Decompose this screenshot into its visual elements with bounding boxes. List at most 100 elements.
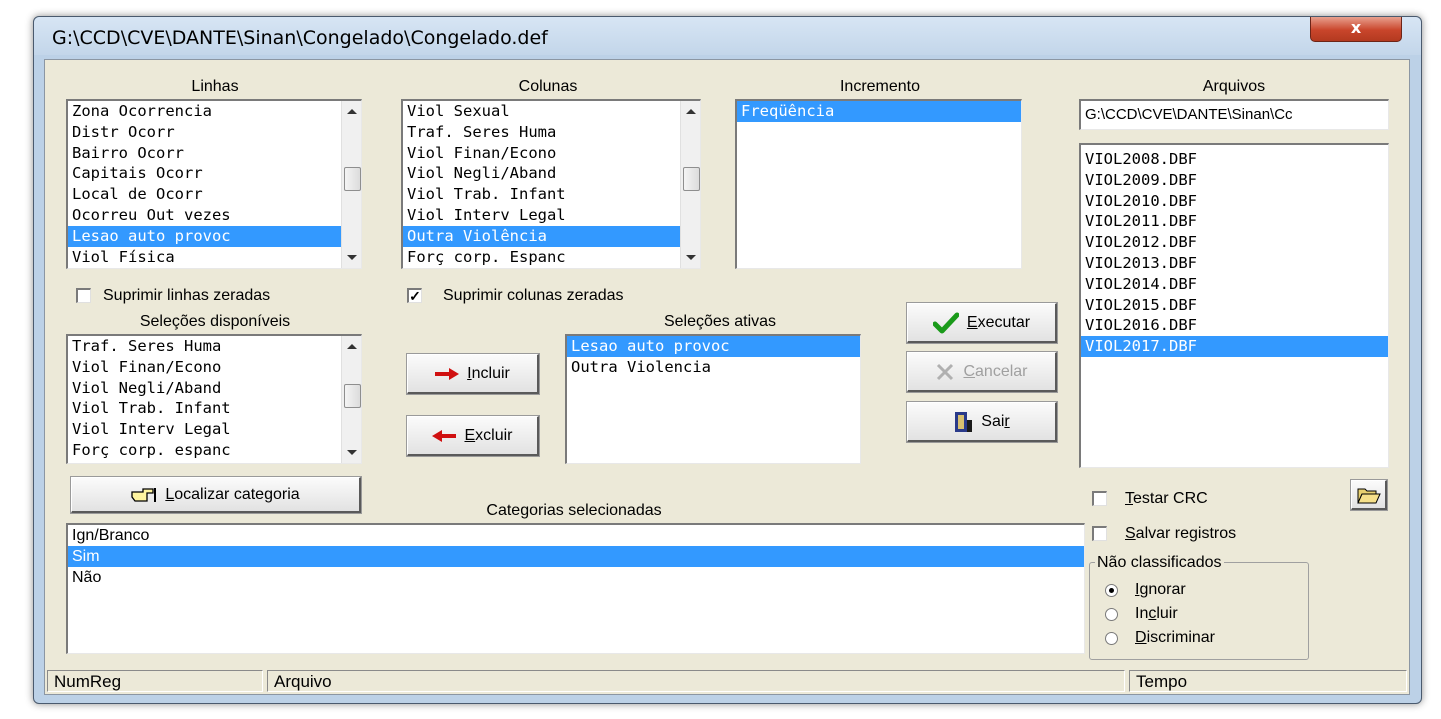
checkmark-icon [932, 312, 959, 333]
arquivo-list-item[interactable]: VIOL2017.DBF [1081, 336, 1388, 357]
linhas-list-item[interactable]: Local de Ocorr [68, 184, 361, 205]
arquivos-label: Arquivos [1202, 78, 1266, 95]
selecao-disponivel-item[interactable]: Viol Interv Legal [68, 419, 361, 440]
door-exit-icon [955, 411, 973, 432]
executar-label: Executar [966, 313, 1031, 331]
arquivo-list-item[interactable]: VIOL2008.DBF [1081, 149, 1388, 170]
colunas-list-item[interactable]: Viol Finan/Econo [403, 143, 700, 164]
colunas-list-item[interactable]: Viol Negli/Aband [403, 163, 700, 184]
cancelar-label: Cancelar [963, 362, 1028, 380]
incremento-list-item[interactable]: Freqüência [737, 101, 1021, 122]
salvar-registros-checkbox[interactable] [1092, 526, 1107, 541]
colunas-list-item[interactable]: Forç corp. Espanc [403, 247, 700, 268]
arquivo-list-item[interactable]: VIOL2010.DBF [1081, 191, 1388, 212]
nao-classificados-label: Não classificados [1095, 554, 1224, 572]
close-button[interactable]: x [1310, 17, 1402, 42]
arquivo-list-item[interactable]: VIOL2013.DBF [1081, 253, 1388, 274]
suprimir-colunas-checkbox[interactable]: ✓ [407, 288, 422, 303]
scroll-up-arrow-icon[interactable] [686, 109, 696, 114]
cancelar-button[interactable]: Cancelar [906, 351, 1058, 393]
linhas-list-item[interactable]: Capitais Ocorr [68, 163, 361, 184]
open-folder-button[interactable] [1350, 479, 1388, 511]
excluir-button[interactable]: Excluir [406, 415, 540, 457]
status-tempo: Tempo [1129, 670, 1407, 692]
discriminar-label: Discriminar [1135, 629, 1216, 646]
colunas-scrollbar[interactable] [680, 101, 700, 268]
cancel-icon [937, 363, 954, 380]
arquivos-path-field[interactable]: G:\CCD\CVE\DANTE\Sinan\Cc [1079, 99, 1389, 130]
sair-button[interactable]: Sair [906, 401, 1058, 443]
open-folder-icon [1356, 488, 1381, 503]
linhas-list-item[interactable]: Bairro Ocorr [68, 143, 361, 164]
linhas-list-item[interactable]: Zona Ocorrencia [68, 101, 361, 122]
localizar-label: Localizar categoria [165, 485, 300, 503]
title-bar[interactable]: G:\CCD\CVE\DANTE\Sinan\Congelado\Congela… [34, 17, 1421, 55]
incluir-radio[interactable] [1105, 608, 1118, 621]
linhas-list-item[interactable]: Ocorreu Out vezes [68, 205, 361, 226]
selecoes-ativas-list[interactable]: Lesao auto provoc Outra Violencia [565, 334, 861, 464]
colunas-list-item[interactable]: Outra Violência [403, 225, 700, 247]
arquivo-list-item[interactable]: VIOL2011.DBF [1081, 211, 1388, 232]
arquivo-list-item[interactable]: VIOL2015.DBF [1081, 295, 1388, 316]
testar-crc-checkbox[interactable] [1092, 491, 1107, 506]
selecao-ativa-item[interactable]: Outra Violencia [567, 357, 860, 378]
colunas-list[interactable]: Viol Sexual Traf. Seres Huma Viol Finan/Ec… [401, 99, 701, 269]
ignorar-radio[interactable] [1105, 584, 1118, 597]
suprimir-colunas-label: Suprimir colunas zeradas [443, 287, 624, 304]
categorias-list[interactable]: Ign/Branco Sim Não [66, 523, 1085, 654]
selecao-disponivel-item[interactable]: Forç corp. espanc [68, 440, 361, 461]
colunas-list-item[interactable]: Traf. Seres Huma [403, 122, 700, 143]
arquivo-list-item[interactable]: VIOL2016.DBF [1081, 315, 1388, 336]
incremento-list[interactable]: Freqüência [735, 99, 1022, 269]
arrow-left-icon [432, 429, 457, 442]
arquivo-list-item[interactable]: VIOL2009.DBF [1081, 170, 1388, 191]
sair-label: Sair [981, 412, 1010, 430]
excluir-label: Excluir [464, 426, 513, 444]
ignorar-label: Ignorar [1135, 581, 1186, 598]
pointing-hand-icon [131, 487, 157, 502]
scroll-down-arrow-icon[interactable] [686, 255, 696, 260]
arquivo-list-item[interactable]: VIOL2014.DBF [1081, 274, 1388, 295]
colunas-list-item[interactable]: Viol Sexual [403, 101, 700, 122]
arquivos-list[interactable]: VIOL2008.DBF VIOL2009.DBF VIOL2010.DBF VIOL… [1079, 143, 1389, 468]
colunas-list-item[interactable]: Viol Trab. Infant [403, 184, 700, 205]
categorias-label: Categorias selecionadas [486, 502, 662, 519]
arrow-right-icon [435, 367, 460, 380]
selecao-disponivel-item[interactable]: Traf. Seres Huma [68, 336, 361, 357]
scroll-down-arrow-icon[interactable] [347, 450, 357, 455]
selecao-ativa-item[interactable]: Lesao auto provoc [567, 336, 860, 357]
selecao-disponivel-item[interactable]: Viol Negli/Aband [68, 378, 361, 399]
linhas-list-item[interactable]: Lesao auto provoc [68, 225, 361, 247]
colunas-list-item[interactable]: Viol Interv Legal [403, 205, 700, 226]
scroll-thumb[interactable] [344, 384, 361, 408]
selecoes-disponiveis-list[interactable]: Traf. Seres Huma Viol Finan/Econo Viol Neg… [66, 334, 362, 464]
linhas-label: Linhas [191, 78, 239, 95]
scroll-thumb[interactable] [344, 167, 361, 191]
categoria-list-item[interactable]: Não [68, 567, 1084, 588]
selecao-disponivel-item[interactable]: Viol Finan/Econo [68, 357, 361, 378]
status-arquivo: Arquivo [267, 670, 1125, 692]
scroll-thumb[interactable] [683, 167, 700, 191]
incluir-button[interactable]: Incluir [406, 353, 540, 395]
linhas-scrollbar[interactable] [341, 101, 361, 268]
main-window: G:\CCD\CVE\DANTE\Sinan\Congelado\Congela… [33, 16, 1422, 704]
suprimir-linhas-label: Suprimir linhas zeradas [103, 287, 271, 304]
categoria-list-item[interactable]: Ign/Branco [68, 525, 1084, 546]
colunas-label: Colunas [518, 78, 578, 95]
scroll-up-arrow-icon[interactable] [347, 344, 357, 349]
suprimir-linhas-checkbox[interactable] [76, 288, 91, 303]
linhas-list-item[interactable]: Viol Física [68, 247, 361, 268]
scroll-up-arrow-icon[interactable] [347, 109, 357, 114]
scroll-down-arrow-icon[interactable] [347, 255, 357, 260]
incluir-radio-label: Incluir [1135, 605, 1178, 622]
selecao-disponivel-item[interactable]: Viol Trab. Infant [68, 398, 361, 419]
selecoes-disponiveis-scrollbar[interactable] [341, 336, 361, 463]
linhas-list-item[interactable]: Distr Ocorr [68, 122, 361, 143]
selecoes-disponiveis-label: Seleções disponíveis [139, 313, 291, 330]
status-numreg: NumReg [47, 670, 263, 692]
arquivo-list-item[interactable]: VIOL2012.DBF [1081, 232, 1388, 253]
linhas-list[interactable]: Zona Ocorrencia Distr Ocorr Bairro Ocorr Ca… [66, 99, 362, 269]
executar-button[interactable]: Executar [906, 302, 1058, 344]
categoria-list-item[interactable]: Sim [68, 546, 1084, 567]
discriminar-radio[interactable] [1105, 632, 1118, 645]
